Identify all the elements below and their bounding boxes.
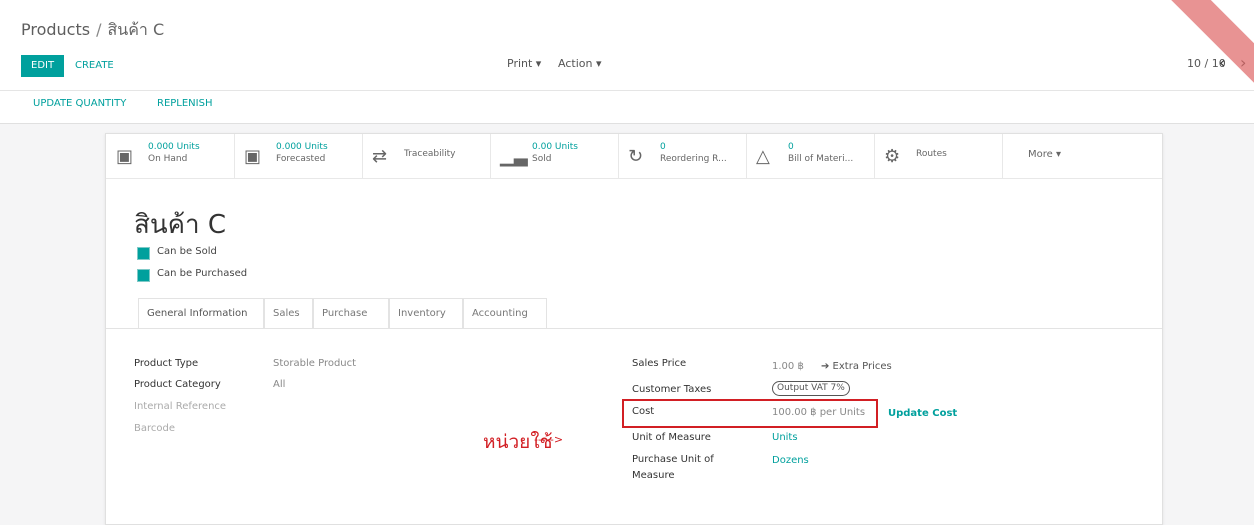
tab-sales[interactable]: Sales xyxy=(264,298,313,328)
tab-purchase[interactable]: Purchase xyxy=(313,298,389,328)
purchase-uom-label: Purchase Unit of xyxy=(632,454,714,465)
internal-reference-label: Internal Reference xyxy=(134,401,227,412)
replenish-button[interactable]: REPLENISH xyxy=(157,98,212,109)
smart-label: Bill of Materi... xyxy=(788,154,854,164)
cubes-icon: ▣ xyxy=(244,146,262,167)
sales-price-label: Sales Price xyxy=(632,358,687,369)
extra-prices-button[interactable]: ➔ Extra Prices xyxy=(821,361,892,372)
uom-label: Unit of Measure xyxy=(632,432,711,443)
barcode-label: Barcode xyxy=(134,423,175,434)
product-type-label: Product Type xyxy=(134,358,199,369)
smart-label: Reordering R... xyxy=(660,154,727,164)
more-label: More ▾ xyxy=(1028,149,1061,160)
annotation-arrow: -----> xyxy=(534,433,564,446)
print-dropdown[interactable]: Print ▾ xyxy=(507,57,541,70)
product-type-value[interactable]: Storable Product xyxy=(273,358,356,369)
smart-label: Traceability xyxy=(404,149,456,159)
smart-button-forecasted[interactable]: ▣ 0.000 Units Forecasted xyxy=(234,134,363,179)
edit-button[interactable]: EDIT xyxy=(21,55,65,77)
update-quantity-button[interactable]: UPDATE QUANTITY xyxy=(33,98,126,109)
action-dropdown[interactable]: Action ▾ xyxy=(558,57,601,70)
smart-button-sold[interactable]: ▁▃ 0.00 Units Sold xyxy=(490,134,619,179)
can-be-sold-checkbox[interactable] xyxy=(137,247,150,260)
smart-value: 0.000 Units xyxy=(276,142,328,152)
create-button[interactable]: CREATE xyxy=(75,55,114,77)
smart-value: 0 xyxy=(660,142,666,152)
refresh-icon: ↻ xyxy=(628,146,644,167)
smart-label: Routes xyxy=(916,149,947,159)
tab-accounting[interactable]: Accounting xyxy=(463,298,547,328)
product-category-value[interactable]: All xyxy=(273,379,285,390)
smart-button-routes[interactable]: ⚙ Routes xyxy=(874,134,1003,179)
smart-label: Sold xyxy=(532,154,552,164)
flask-icon: △ xyxy=(756,146,770,167)
tab-general-information[interactable]: General Information xyxy=(138,298,264,328)
smart-value: 0.000 Units xyxy=(148,142,200,152)
smart-button-bom[interactable]: △ 0 Bill of Materi... xyxy=(746,134,875,179)
purchase-uom-label-line2: Measure xyxy=(632,470,675,481)
exchange-icon: ⇄ xyxy=(372,146,388,167)
update-cost-button[interactable]: Update Cost xyxy=(888,408,957,419)
tab-underline xyxy=(106,328,1162,329)
smart-button-traceability[interactable]: ⇄ Traceability xyxy=(362,134,491,179)
smart-value: 0.00 Units xyxy=(532,142,578,152)
highlight-box xyxy=(622,399,878,428)
smart-button-on-hand[interactable]: ▣ 0.000 Units On Hand xyxy=(106,134,235,179)
sales-price-value[interactable]: 1.00 ฿ xyxy=(772,361,804,372)
can-be-purchased-checkbox[interactable] xyxy=(137,269,150,282)
can-be-sold-label: Can be Sold xyxy=(157,246,217,257)
uom-value[interactable]: Units xyxy=(772,432,798,443)
breadcrumb-current: สินค้า C xyxy=(107,20,165,39)
tab-inventory[interactable]: Inventory xyxy=(389,298,463,328)
product-name[interactable]: สินค้า C xyxy=(134,204,226,245)
smart-label: Forecasted xyxy=(276,154,326,164)
customer-tax-badge[interactable]: Output VAT 7% xyxy=(772,381,850,396)
smart-button-reordering[interactable]: ↻ 0 Reordering R... xyxy=(618,134,747,179)
breadcrumb-products-link[interactable]: Products xyxy=(21,20,90,39)
smart-label: On Hand xyxy=(148,154,188,164)
pager-prev-icon[interactable]: ‹ xyxy=(1219,53,1225,72)
breadcrumb: Products / สินค้า C xyxy=(21,18,164,43)
cubes-icon: ▣ xyxy=(116,146,134,167)
environment-ribbon xyxy=(1152,0,1254,87)
form-sheet: ▣ 0.000 Units On Hand ▣ 0.000 Units Fore… xyxy=(105,133,1163,525)
breadcrumb-separator: / xyxy=(96,20,102,39)
purchase-uom-value[interactable]: Dozens xyxy=(772,455,809,466)
smart-value: 0 xyxy=(788,142,794,152)
customer-taxes-label: Customer Taxes xyxy=(632,384,712,395)
can-be-purchased-label: Can be Purchased xyxy=(157,268,248,279)
cogs-icon: ⚙ xyxy=(884,146,901,167)
bar-chart-icon: ▁▃ xyxy=(500,146,528,167)
product-category-label: Product Category xyxy=(134,379,221,390)
smart-button-more[interactable]: More ▾ xyxy=(1002,134,1162,179)
control-panel: Products / สินค้า C EDIT CREATE Print ▾ Ac… xyxy=(0,0,1254,124)
